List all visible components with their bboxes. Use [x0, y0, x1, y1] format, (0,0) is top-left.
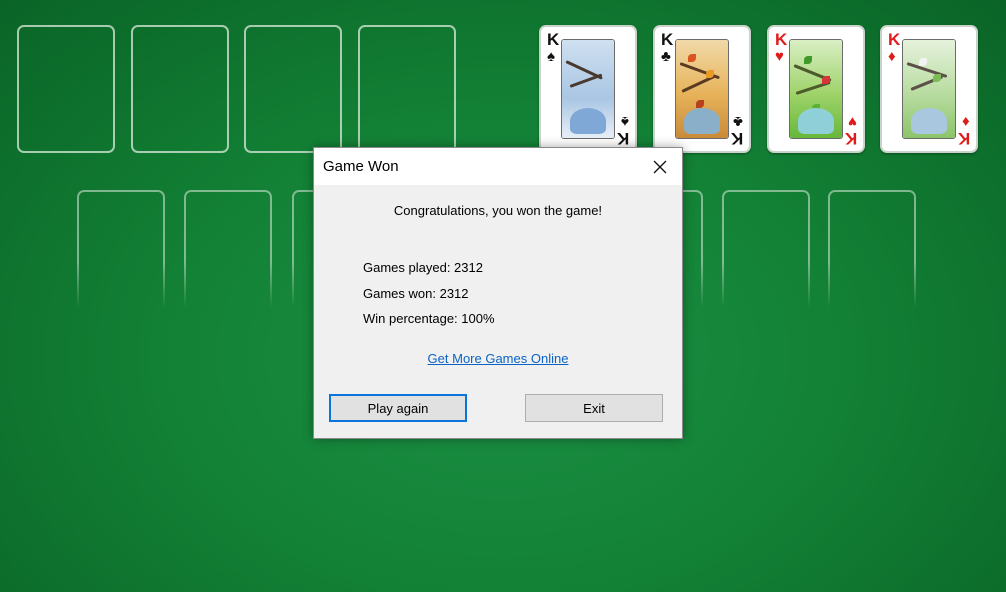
- dialog-title: Game Won: [323, 158, 399, 175]
- free-cell-slot-1[interactable]: [17, 25, 115, 153]
- games-played-stat: Games played: 2312: [363, 260, 483, 275]
- tableau-slot-8[interactable]: [828, 190, 916, 308]
- free-cell-slot-4[interactable]: [358, 25, 456, 153]
- foundation-card-king-clubs[interactable]: K ♣ ♣ K: [653, 25, 751, 153]
- card-rank: K: [616, 129, 629, 148]
- card-artwork: [789, 39, 843, 139]
- card-rank: K: [888, 30, 901, 49]
- club-icon: ♣: [661, 48, 671, 65]
- free-cell-slot-3[interactable]: [244, 25, 342, 153]
- tableau-slot-7[interactable]: [722, 190, 810, 308]
- win-percentage-stat: Win percentage: 100%: [363, 311, 495, 326]
- card-artwork: [902, 39, 956, 139]
- diamond-icon: ♦: [888, 48, 896, 65]
- card-rank: K: [844, 129, 857, 148]
- get-more-games-link[interactable]: Get More Games Online: [314, 351, 682, 366]
- card-artwork: [561, 39, 615, 139]
- tableau-slot-2[interactable]: [184, 190, 272, 308]
- card-rank: K: [957, 129, 970, 148]
- heart-icon: ♥: [848, 113, 857, 130]
- spade-icon: ♠: [547, 48, 555, 65]
- card-rank: K: [775, 30, 788, 49]
- congratulations-message: Congratulations, you won the game!: [393, 203, 603, 218]
- exit-button[interactable]: Exit: [525, 394, 663, 422]
- card-rank: K: [547, 30, 560, 49]
- close-button[interactable]: [638, 148, 682, 185]
- foundation-card-king-spades[interactable]: K ♠ ♠ K: [539, 25, 637, 153]
- card-rank: K: [661, 30, 674, 49]
- games-won-stat: Games won: 2312: [363, 286, 469, 301]
- dialog-titlebar[interactable]: Game Won: [314, 148, 682, 185]
- close-icon: [653, 160, 667, 173]
- card-rank: K: [730, 129, 743, 148]
- heart-icon: ♥: [775, 48, 784, 65]
- foundation-card-king-hearts[interactable]: K ♥ ♥ K: [767, 25, 865, 153]
- card-artwork: [675, 39, 729, 139]
- diamond-icon: ♦: [962, 113, 970, 130]
- tableau-slot-1[interactable]: [77, 190, 165, 308]
- game-won-dialog: Game Won Congratulations, you won the ga…: [313, 147, 683, 439]
- play-again-button[interactable]: Play again: [329, 394, 467, 422]
- free-cell-slot-2[interactable]: [131, 25, 229, 153]
- spade-icon: ♠: [621, 113, 629, 130]
- club-icon: ♣: [733, 113, 743, 130]
- foundation-card-king-diamonds[interactable]: K ♦ ♦ K: [880, 25, 978, 153]
